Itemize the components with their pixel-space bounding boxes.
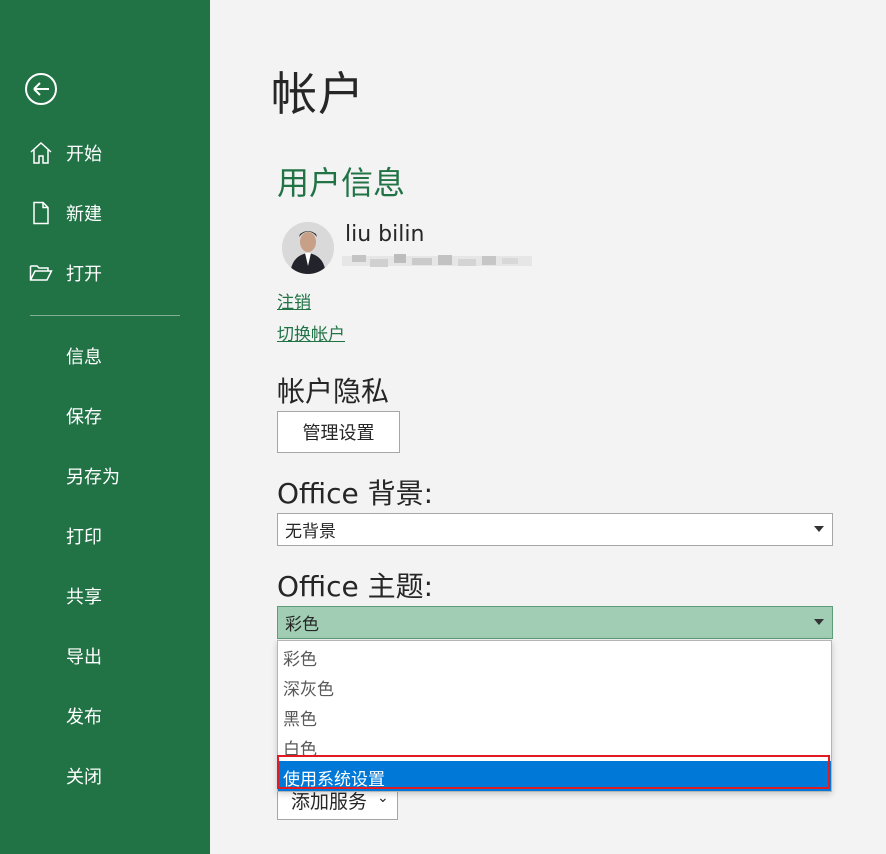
sidebar-item-label: 导出	[66, 647, 102, 668]
user-info-heading: 用户信息	[277, 164, 406, 202]
sidebar-item-share[interactable]: 共享	[0, 571, 210, 621]
sidebar-item-label: 关闭	[66, 767, 102, 788]
theme-option-black[interactable]: 黑色	[278, 701, 831, 731]
theme-option-label: 深灰色	[283, 680, 334, 700]
sidebar-item-label: 新建	[66, 204, 102, 225]
office-background-value: 无背景	[285, 522, 336, 542]
sign-out-link[interactable]: 注销	[277, 288, 311, 313]
sidebar-item-label: 共享	[66, 587, 102, 608]
theme-option-label: 彩色	[283, 650, 317, 670]
sidebar-item-home[interactable]: 开始	[0, 128, 210, 178]
sidebar-item-open[interactable]: 打开	[0, 248, 210, 298]
sidebar-item-save-as[interactable]: 另存为	[0, 451, 210, 501]
back-arrow-icon[interactable]	[24, 72, 58, 106]
sidebar-item-label: 另存为	[66, 467, 120, 488]
sidebar-item-info[interactable]: 信息	[0, 331, 210, 381]
account-privacy-heading: 帐户隐私	[277, 375, 390, 408]
sidebar-divider	[30, 315, 180, 316]
theme-dropdown-list: 彩色 深灰色 黑色 白色 使用系统设置	[277, 640, 832, 792]
home-icon	[29, 141, 53, 165]
manage-settings-button[interactable]: 管理设置	[277, 411, 400, 453]
theme-option-label: 白色	[283, 740, 317, 760]
backstage-sidebar: 开始 新建 打开 信息 保存 另存为 打印 共享 导出 发布 关闭	[0, 0, 210, 854]
office-theme-heading: Office 主题:	[277, 570, 434, 603]
sidebar-item-export[interactable]: 导出	[0, 631, 210, 681]
theme-option-label: 使用系统设置	[283, 770, 385, 790]
sidebar-item-new[interactable]: 新建	[0, 188, 210, 238]
switch-account-link[interactable]: 切换帐户	[277, 320, 345, 345]
sidebar-item-publish[interactable]: 发布	[0, 691, 210, 741]
sidebar-item-close[interactable]: 关闭	[0, 751, 210, 801]
avatar	[282, 222, 334, 274]
office-theme-value: 彩色	[285, 615, 319, 635]
sidebar-item-label: 保存	[66, 407, 102, 428]
sidebar-item-save[interactable]: 保存	[0, 391, 210, 441]
theme-option-label: 黑色	[283, 710, 317, 730]
sidebar-item-label: 信息	[66, 347, 102, 368]
sidebar-item-label: 开始	[66, 144, 102, 165]
office-background-select[interactable]: 无背景	[277, 513, 833, 546]
chevron-down-icon: ⌄	[377, 790, 389, 806]
chevron-down-icon	[814, 526, 824, 532]
office-background-heading: Office 背景:	[277, 477, 434, 510]
theme-option-system-settings[interactable]: 使用系统设置	[278, 761, 831, 791]
user-name: liu bilin	[345, 222, 425, 247]
page-title: 帐户	[271, 67, 365, 121]
folder-open-icon	[29, 261, 53, 285]
new-document-icon	[29, 201, 53, 225]
chevron-down-icon	[814, 619, 824, 625]
sidebar-item-label: 打印	[66, 527, 102, 548]
sidebar-item-label: 打开	[66, 264, 102, 285]
sidebar-item-label: 发布	[66, 707, 102, 728]
theme-option-colorful[interactable]: 彩色	[278, 641, 831, 671]
sidebar-item-print[interactable]: 打印	[0, 511, 210, 561]
theme-option-dark-gray[interactable]: 深灰色	[278, 671, 831, 701]
theme-option-white[interactable]: 白色	[278, 731, 831, 761]
user-email-redacted	[342, 250, 532, 272]
office-theme-select[interactable]: 彩色	[277, 606, 833, 639]
account-page: 帐户 用户信息 liu bilin 注销 切换帐户 帐户隐私 管理设置 Offi…	[210, 0, 886, 854]
